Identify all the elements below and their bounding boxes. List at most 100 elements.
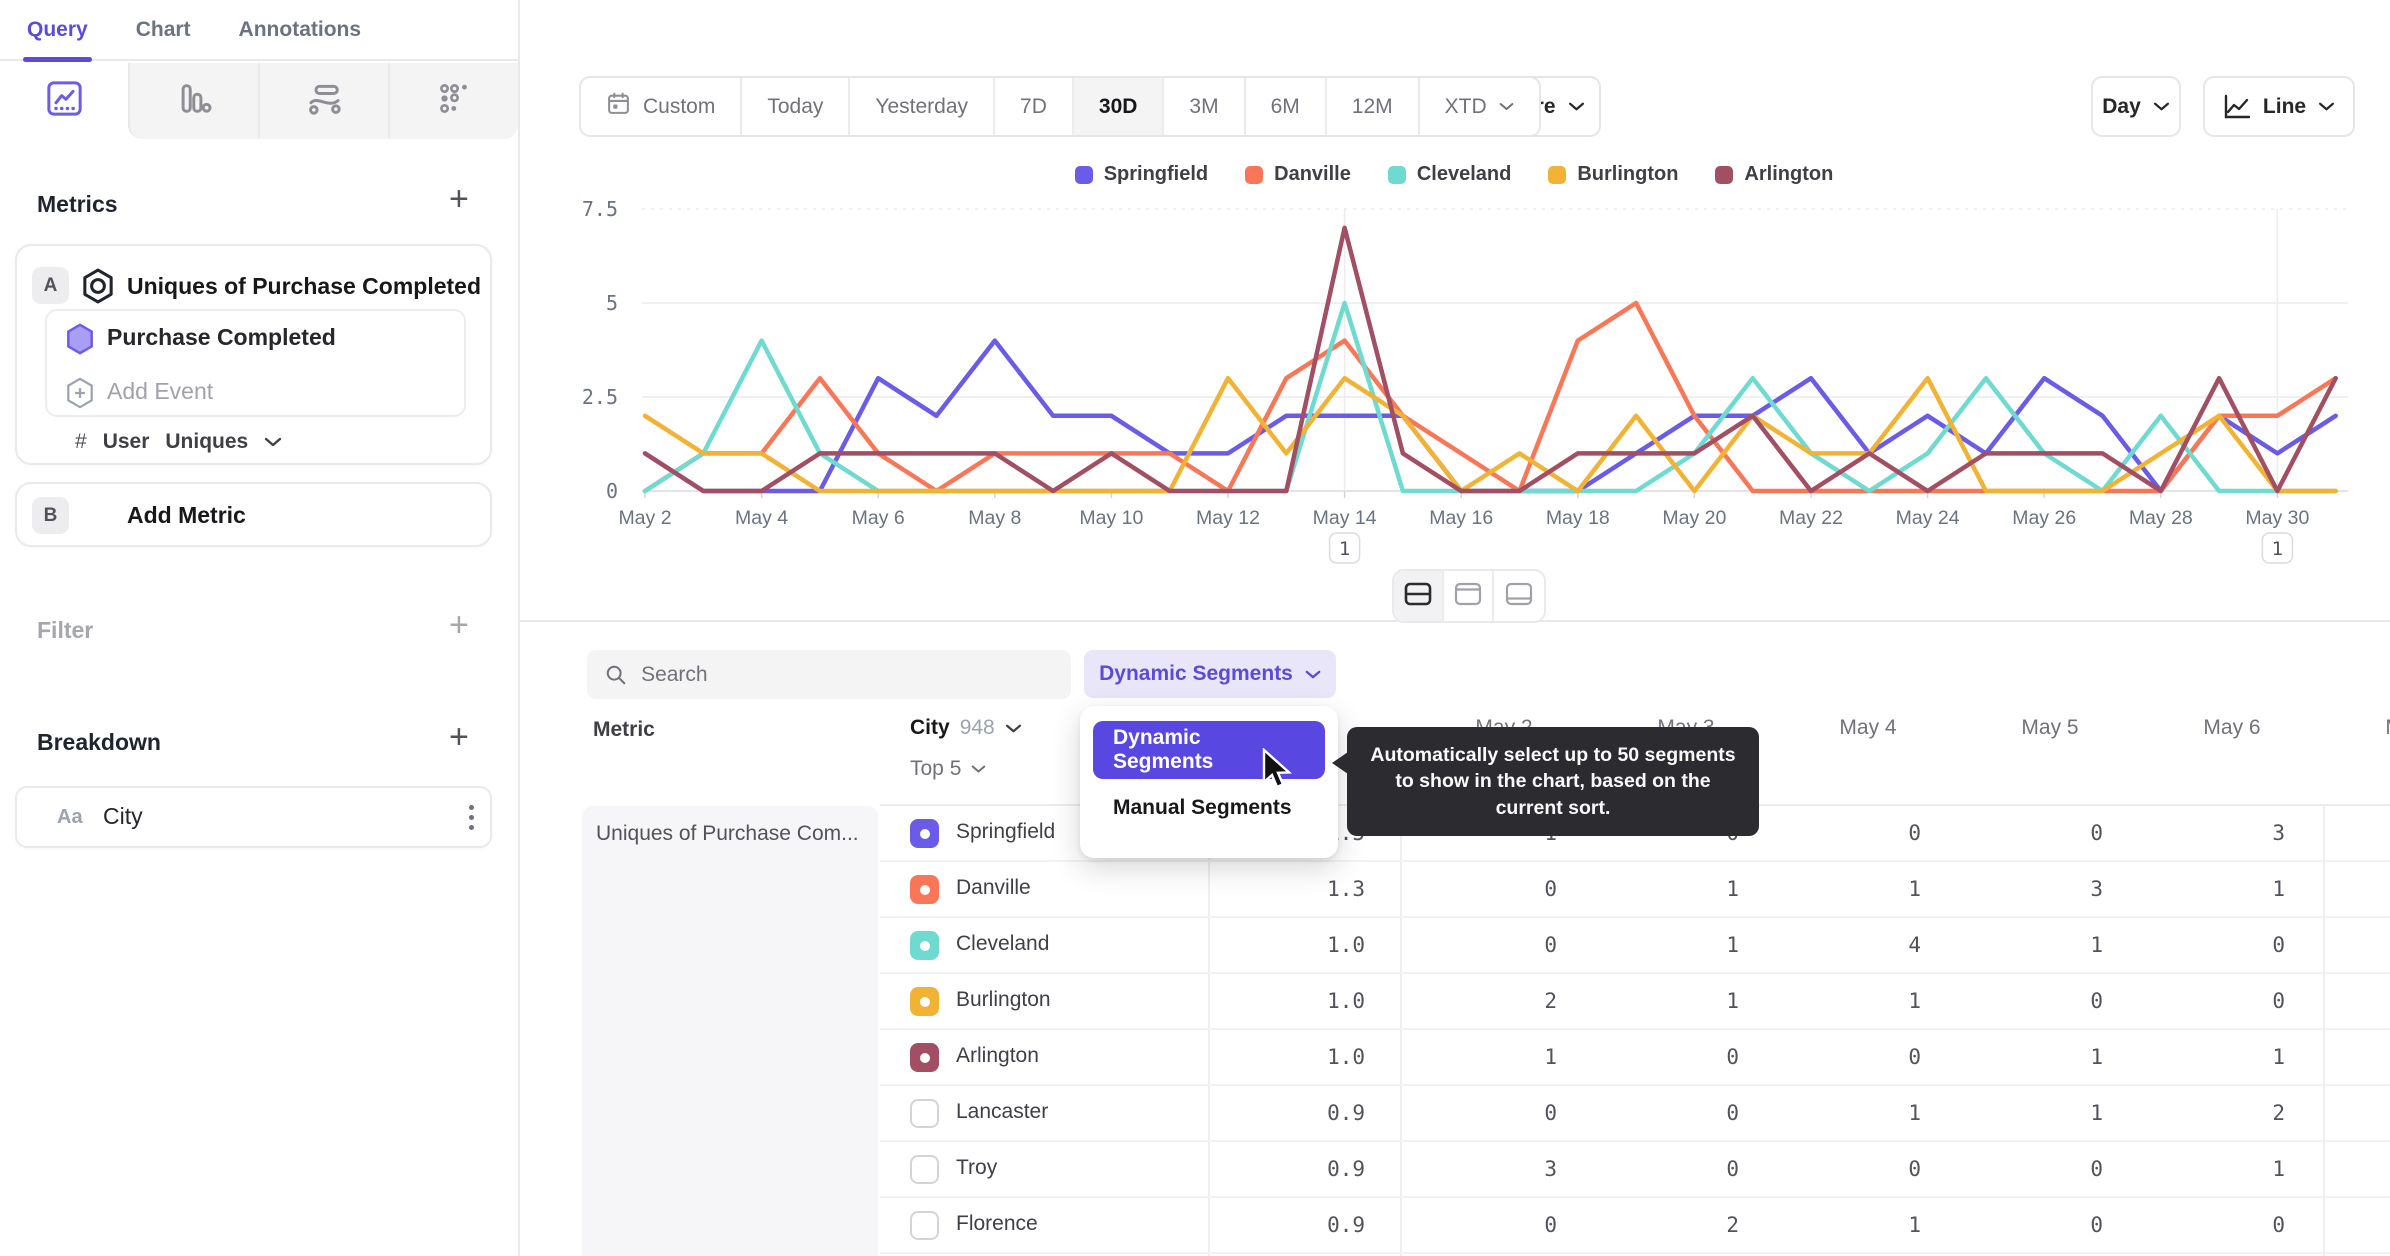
metric-card-a[interactable]: A Uniques of Purchase Completed Purchase… bbox=[15, 244, 492, 465]
add-metric-card[interactable]: B Add Metric bbox=[15, 482, 492, 547]
event-row[interactable]: Purchase Completed bbox=[47, 311, 464, 365]
day-value: 1 bbox=[1908, 877, 1921, 901]
group-by-header[interactable]: City 948 bbox=[910, 716, 1022, 740]
avg-value: 0.9 bbox=[1327, 1213, 1365, 1237]
chart-view-icon bbox=[1454, 582, 1482, 611]
day-value: 2 bbox=[1544, 989, 1557, 1013]
segment-checkbox[interactable] bbox=[910, 1155, 939, 1184]
date-range-6m[interactable]: 6M bbox=[1246, 78, 1327, 135]
nav-tab-annotations[interactable]: Annotations bbox=[239, 0, 361, 60]
segment-checkbox[interactable] bbox=[910, 1099, 939, 1128]
day-value: 0 bbox=[1544, 877, 1557, 901]
day-column-header: May 7 bbox=[2385, 716, 2390, 740]
view-toggle-split-view[interactable] bbox=[1394, 571, 1444, 621]
svg-text:May 12: May 12 bbox=[1196, 507, 1260, 529]
annotation-badge[interactable]: 1 bbox=[2261, 532, 2294, 564]
svg-text:1: 1 bbox=[1339, 538, 1350, 560]
segment-name: Cleveland bbox=[956, 932, 1050, 955]
line-chart[interactable]: 7.5 5 2.5 0May 2 May 4 May 6 May 8 May 10 May 12… bbox=[518, 140, 2390, 580]
day-value: 0 bbox=[1544, 1213, 1557, 1237]
segment-search[interactable] bbox=[587, 650, 1071, 699]
dropdown-item-manual-segments[interactable]: Manual Segments bbox=[1093, 779, 1325, 837]
kebab-menu-icon[interactable] bbox=[469, 805, 474, 830]
date-range-3m[interactable]: 3M bbox=[1164, 78, 1246, 135]
segment-checkbox[interactable] bbox=[910, 1211, 939, 1240]
chevron-down-icon bbox=[1568, 102, 1584, 111]
svg-text:2.5: 2.5 bbox=[582, 385, 618, 409]
measure-selector[interactable]: # User Uniques bbox=[75, 430, 282, 454]
day-value: 1 bbox=[2090, 1045, 2103, 1069]
chart-type-tab-line-chart[interactable] bbox=[0, 63, 128, 139]
chart-style-button[interactable]: Line bbox=[2203, 76, 2355, 137]
nav-tab-query[interactable]: Query bbox=[23, 0, 92, 62]
add-metric-label: Add Metric bbox=[127, 502, 246, 528]
day-value: 1 bbox=[2090, 933, 2103, 957]
day-value: 1 bbox=[2272, 1045, 2285, 1069]
day-value: 4 bbox=[1908, 933, 1921, 957]
calendar-icon bbox=[606, 91, 631, 122]
svg-text:5: 5 bbox=[606, 291, 618, 315]
search-input[interactable] bbox=[641, 662, 1053, 687]
svg-text:May 10: May 10 bbox=[1079, 507, 1143, 529]
nav-tab-chart[interactable]: Chart bbox=[136, 0, 191, 60]
measure-entity: User bbox=[102, 430, 150, 453]
segment-name: Lancaster bbox=[956, 1100, 1049, 1123]
segment-checkbox[interactable] bbox=[910, 1043, 939, 1072]
svg-text:May 30: May 30 bbox=[2245, 507, 2309, 529]
chart-type-tab-stream-chart[interactable] bbox=[258, 63, 388, 139]
series-line-arlington[interactable] bbox=[642, 225, 2338, 494]
day-value: 3 bbox=[2090, 877, 2103, 901]
date-range-custom[interactable]: Custom bbox=[581, 78, 743, 135]
segment-name: Arlington bbox=[956, 1044, 1039, 1067]
series-line-burlington[interactable] bbox=[642, 375, 2338, 494]
segment-selector-button[interactable]: Dynamic Segments bbox=[1084, 650, 1336, 698]
segment-checkbox[interactable] bbox=[910, 987, 939, 1016]
svg-text:May 26: May 26 bbox=[2012, 507, 2076, 529]
date-range-yesterday[interactable]: Yesterday bbox=[850, 78, 996, 135]
breakdown-item-label: City bbox=[103, 803, 143, 829]
chevron-down-icon bbox=[972, 765, 986, 773]
date-range-today[interactable]: Today bbox=[742, 78, 851, 135]
dropdown-item-dynamic-segments[interactable]: Dynamic Segments bbox=[1093, 721, 1325, 779]
add-metric-plus-button[interactable]: + bbox=[449, 182, 469, 216]
segment-checkbox[interactable] bbox=[910, 931, 939, 960]
date-range-7d[interactable]: 7D bbox=[995, 78, 1074, 135]
chart-type-tab-bar-chart[interactable] bbox=[128, 63, 258, 139]
add-breakdown-plus-button[interactable]: + bbox=[449, 720, 469, 754]
day-value: 1 bbox=[1908, 1101, 1921, 1125]
scatter-chart-icon bbox=[436, 80, 473, 122]
add-event-hexagon-icon bbox=[67, 377, 93, 409]
view-toggle-table-view[interactable] bbox=[1494, 571, 1544, 621]
day-value: 0 bbox=[1908, 1045, 1921, 1069]
top-nav: Query Chart Annotations bbox=[0, 0, 518, 62]
breakdown-item-city[interactable]: Aa City bbox=[15, 786, 492, 848]
metric-a-events-card: Purchase Completed Add Event bbox=[45, 309, 466, 417]
interval-button[interactable]: Day bbox=[2091, 76, 2181, 137]
svg-text:May 6: May 6 bbox=[852, 507, 905, 529]
svg-text:May 14: May 14 bbox=[1313, 507, 1377, 529]
add-filter-plus-button[interactable]: + bbox=[449, 608, 469, 642]
day-value: 0 bbox=[2090, 989, 2103, 1013]
date-range-30d[interactable]: 30D bbox=[1073, 78, 1165, 135]
top-n-selector[interactable]: Top 5 bbox=[910, 757, 986, 781]
date-range-xtd[interactable]: XTD bbox=[1420, 78, 1539, 135]
avg-value: 0.9 bbox=[1327, 1101, 1365, 1125]
chart-type-tab-scatter-chart[interactable] bbox=[388, 63, 518, 139]
day-value: 3 bbox=[1544, 1157, 1557, 1181]
annotation-badge[interactable]: 1 bbox=[1328, 532, 1361, 564]
add-event-row[interactable]: Add Event bbox=[47, 365, 464, 419]
day-value: 1 bbox=[1908, 989, 1921, 1013]
svg-text:7.5: 7.5 bbox=[582, 197, 618, 221]
avg-value: 1.0 bbox=[1327, 1045, 1365, 1069]
table-row: Florence 0.9 0 2 1 0 0 bbox=[880, 1198, 2390, 1254]
segment-checkbox[interactable] bbox=[910, 875, 939, 904]
day-value: 0 bbox=[2090, 1213, 2103, 1237]
metric-a-title: Uniques of Purchase Completed bbox=[127, 273, 482, 299]
chevron-down-icon bbox=[1005, 724, 1021, 732]
date-range-12m[interactable]: 12M bbox=[1327, 78, 1420, 135]
view-toggle-chart-view[interactable] bbox=[1444, 571, 1494, 621]
day-value: 1 bbox=[2272, 1157, 2285, 1181]
day-value: 0 bbox=[2272, 933, 2285, 957]
segment-checkbox[interactable] bbox=[910, 819, 939, 848]
event-hexagon-icon bbox=[67, 323, 93, 355]
